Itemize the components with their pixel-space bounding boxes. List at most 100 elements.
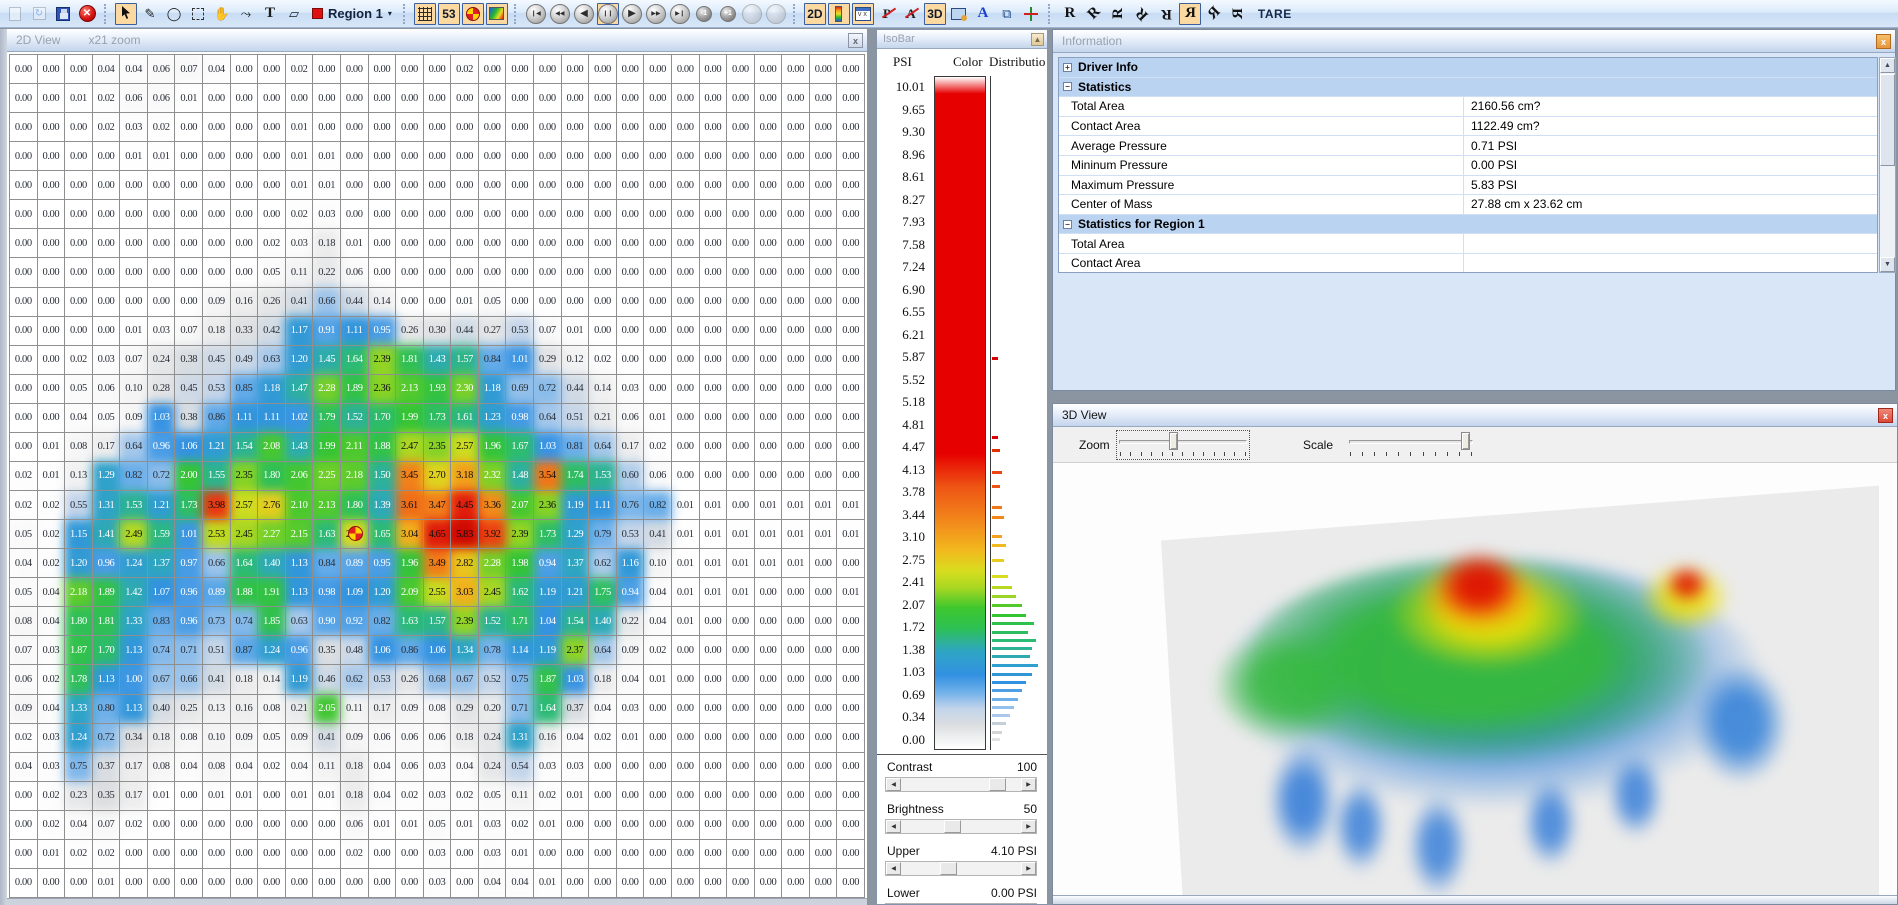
close-session-button[interactable]: ✕ — [76, 3, 98, 25]
expand-icon[interactable]: + — [1063, 63, 1072, 72]
information-scrollbar[interactable]: ▲ ▼ — [1879, 57, 1896, 273]
rotate-180-button[interactable]: R — [1155, 3, 1177, 25]
save-button[interactable] — [52, 3, 74, 25]
record-button[interactable] — [741, 3, 763, 25]
scroll-down-button[interactable]: ▼ — [1880, 257, 1895, 272]
minus-one-frame-button[interactable]: -1 — [693, 3, 715, 25]
isobar-panel-toggle-button[interactable] — [828, 3, 850, 25]
mirror-button[interactable]: R — [1179, 3, 1201, 25]
tare-button[interactable]: TARE — [1251, 3, 1299, 25]
scroll-right-button[interactable]: ▶ — [1021, 862, 1036, 875]
3d-view-close-button[interactable]: x — [1878, 408, 1893, 423]
pause-button[interactable]: ❙❙ — [597, 3, 619, 25]
info-row-mininum-pressure[interactable]: Mininum Pressure0.00 PSI — [1059, 156, 1877, 176]
scroll-up-button[interactable]: ▲ — [1880, 58, 1895, 73]
info-row-contact-area[interactable]: Contact Area — [1059, 254, 1877, 273]
rewind-button[interactable]: ◀◀ — [549, 3, 571, 25]
rotate-0-button[interactable]: R — [1059, 3, 1081, 25]
scale-slider-thumb[interactable] — [1461, 432, 1470, 450]
scale-slider[interactable] — [1347, 431, 1475, 459]
pressure-surface-3d — [1053, 463, 1897, 895]
view-3d-button[interactable]: 3D — [924, 3, 946, 25]
info-row-maximum-pressure[interactable]: Maximum Pressure5.83 PSI — [1059, 176, 1877, 196]
scroll-right-button[interactable]: ▶ — [1021, 820, 1036, 833]
rotate-90-button[interactable]: R — [1107, 3, 1129, 25]
info-row-total-area[interactable]: Total Area2160.56 cm? — [1059, 97, 1877, 117]
view-2d-button[interactable]: 2D — [804, 3, 826, 25]
stop-button[interactable] — [765, 3, 787, 25]
pencil-tool-button[interactable]: ✎ — [139, 3, 161, 25]
hide-pressure-values-button[interactable]: P — [876, 3, 898, 25]
info-row-driver-info[interactable]: +Driver Info — [1059, 58, 1877, 78]
info-row-statistics[interactable]: −Statistics — [1059, 78, 1877, 98]
hide-annotations-button[interactable]: A — [900, 3, 922, 25]
2d-view-close-button[interactable]: x — [848, 33, 863, 48]
play-button[interactable]: ▶ — [621, 3, 643, 25]
ellipse-region-tool-button[interactable]: ◯ — [163, 3, 185, 25]
rotate-135-button[interactable]: R — [1131, 3, 1153, 25]
center-of-mass-marker — [348, 526, 363, 541]
scroll-left-button[interactable]: ◀ — [886, 778, 901, 791]
regions-toggle-button[interactable] — [462, 3, 484, 25]
center-axes-button[interactable] — [1020, 3, 1042, 25]
distribution-bar — [992, 647, 1032, 650]
zoom-slider[interactable] — [1117, 431, 1249, 459]
panel-grip[interactable] — [0, 29, 7, 905]
isobar-collapse-button[interactable]: ▲ — [1031, 33, 1044, 46]
info-row-statistics-for-region-1[interactable]: −Statistics for Region 1 — [1059, 215, 1877, 235]
zoom-slider-thumb[interactable] — [1169, 432, 1178, 450]
info-row-total-area[interactable]: Total Area — [1059, 234, 1877, 254]
open-session-button[interactable]: ↻ — [28, 3, 50, 25]
collapse-icon[interactable]: − — [1063, 82, 1072, 91]
colormap-toggle-button[interactable] — [486, 3, 508, 25]
info-row-average-pressure[interactable]: Average Pressure0.71 PSI — [1059, 136, 1877, 156]
settings-dialog-button[interactable] — [852, 3, 874, 25]
stat-label: Contact Area — [1059, 256, 1463, 270]
last-frame-button[interactable]: ▶❙ — [669, 3, 691, 25]
mirror-rotate-45-button[interactable]: R — [1203, 3, 1225, 25]
region-selector[interactable]: Region 1▾ — [308, 3, 396, 25]
mirror-rotate-90-button[interactable]: R — [1227, 3, 1249, 25]
contrast-value: 100 — [1017, 760, 1037, 774]
contrast-scrollbar[interactable]: ◀▶ — [885, 777, 1037, 792]
previous-frame-button[interactable]: ◀ — [573, 3, 595, 25]
2d-zoom-level: x21 zoom — [88, 33, 140, 47]
3d-render-canvas[interactable] — [1053, 463, 1897, 895]
information-close-button[interactable]: x — [1876, 34, 1891, 49]
scroll-thumb[interactable] — [989, 778, 1006, 791]
scroll-thumb[interactable] — [940, 862, 957, 875]
first-frame-button[interactable]: ❙◀ — [525, 3, 547, 25]
scroll-thumb[interactable] — [944, 820, 961, 833]
measure-tool-button[interactable]: ⤳ — [235, 3, 257, 25]
font-button[interactable]: A — [972, 3, 994, 25]
display-capture-button[interactable] — [948, 3, 970, 25]
eraser-tool-button[interactable]: ▱ — [283, 3, 305, 25]
distribution-bar — [992, 449, 1000, 452]
fast-forward-button[interactable]: ▶▶ — [645, 3, 667, 25]
rotate-45-button[interactable]: R — [1083, 3, 1105, 25]
node-link-button[interactable]: ⧉ — [996, 3, 1018, 25]
upper-scrollbar[interactable]: ◀▶ — [885, 861, 1037, 876]
2d-horizontal-scrollbar[interactable] — [7, 898, 867, 905]
distribution-bar — [992, 673, 1032, 676]
text-tool-button[interactable]: T — [259, 3, 281, 25]
scroll-thumb[interactable] — [1880, 74, 1895, 166]
sensor-values-toggle-button[interactable]: 53 — [438, 3, 460, 25]
plus-one-frame-button[interactable]: +1 — [717, 3, 739, 25]
distribution-bar — [992, 357, 998, 360]
brightness-scrollbar[interactable]: ◀▶ — [885, 819, 1037, 834]
collapse-icon[interactable]: − — [1063, 220, 1072, 229]
2d-view-titlebar: 2D View x21 zoom x — [7, 29, 867, 52]
new-document-button[interactable] — [4, 3, 26, 25]
pressure-grid[interactable]: 0.000.000.000.040.040.060.070.040.000.00… — [9, 54, 865, 898]
rect-region-tool-button[interactable] — [187, 3, 209, 25]
scroll-right-button[interactable]: ▶ — [1021, 778, 1036, 791]
info-row-center-of-mass[interactable]: Center of Mass27.88 cm x 23.62 cm — [1059, 195, 1877, 215]
scroll-left-button[interactable]: ◀ — [886, 820, 901, 833]
isobar-distribution-histogram — [990, 76, 1044, 750]
scroll-left-button[interactable]: ◀ — [886, 862, 901, 875]
pan-tool-button[interactable]: ✋ — [211, 3, 233, 25]
info-row-contact-area[interactable]: Contact Area1122.49 cm? — [1059, 117, 1877, 137]
grid-toggle-button[interactable] — [414, 3, 436, 25]
select-tool-button[interactable] — [115, 3, 137, 25]
